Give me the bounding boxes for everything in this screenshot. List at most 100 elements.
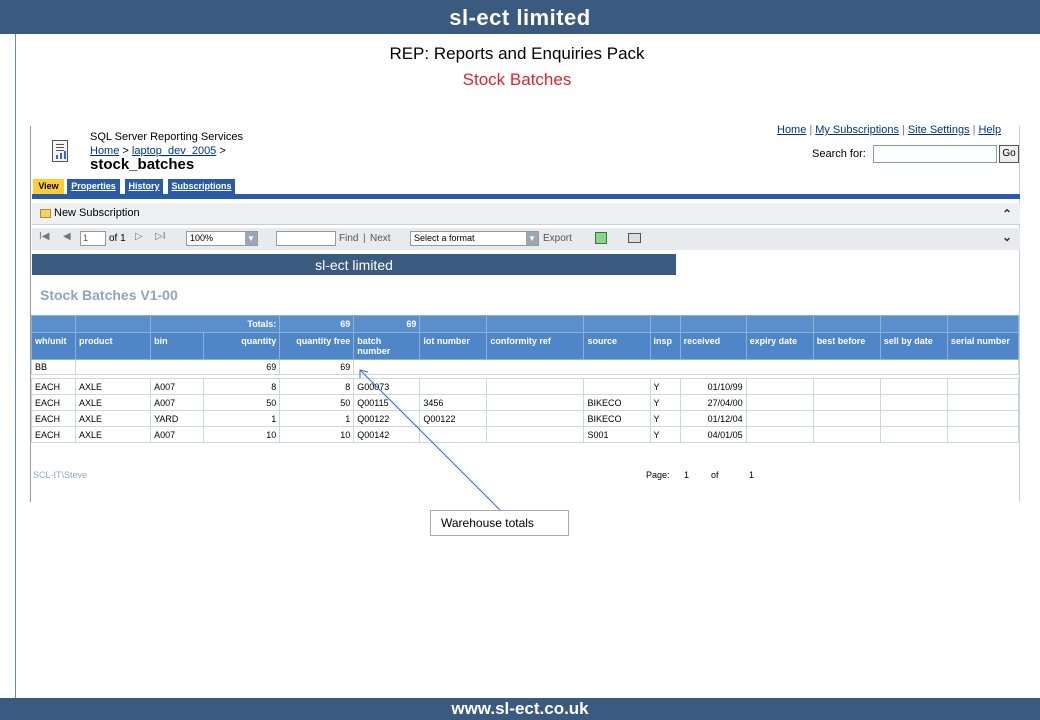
expand-icon[interactable]: ⌄	[1002, 230, 1012, 244]
table-cell-qty: 50	[203, 394, 281, 411]
table-cell-bin: YARD	[150, 410, 205, 427]
table-cell-product: AXLE	[75, 410, 152, 427]
table-cell-unit: EACH	[30, 410, 77, 427]
table-cell-received: 04/01/05	[679, 426, 747, 443]
toolbar-separator: |	[363, 233, 366, 244]
tab-properties[interactable]: Properties	[67, 179, 120, 194]
next-page-button[interactable]: ▷	[135, 231, 143, 242]
tab-subscriptions[interactable]: Subscriptions	[168, 179, 235, 194]
column-header[interactable]: sell by date	[879, 332, 948, 360]
export-format-select[interactable]: Select a format ▼	[410, 231, 539, 246]
tab-history[interactable]: History	[125, 179, 163, 194]
report-table: Totals: 69 69 wh/unit product bin quanti…	[30, 315, 1020, 443]
refresh-icon[interactable]	[595, 232, 607, 244]
table-cell-product: AXLE	[75, 394, 152, 411]
table-cell-conf	[486, 394, 585, 411]
table-cell-source: BIKECO	[583, 410, 651, 427]
zoom-value: 100%	[190, 233, 214, 243]
table-cell-insp: Y	[649, 426, 681, 443]
find-button[interactable]: Find	[339, 233, 358, 244]
print-icon[interactable]	[628, 233, 641, 243]
column-header[interactable]: received	[679, 332, 747, 360]
table-cell-batch: Q00115	[353, 394, 421, 411]
collapse-icon[interactable]: ⌃	[1002, 207, 1012, 221]
warehouse-quantity: 69	[75, 359, 281, 375]
new-subscription-button[interactable]: New Subscription	[54, 207, 140, 219]
warehouse-quantity-free: 69	[279, 359, 355, 375]
slide-title: REP: Reports and Enquiries Pack	[389, 44, 645, 63]
top-banner: sl-ect limited	[0, 0, 1040, 34]
column-header[interactable]: wh/unit	[30, 332, 77, 360]
help-link[interactable]: Help	[978, 124, 1001, 136]
find-next-button[interactable]: Next	[370, 233, 391, 244]
column-header[interactable]: conformity ref	[486, 332, 585, 360]
table-cell-batch: G00073	[353, 378, 421, 395]
page-label: Page:	[646, 470, 670, 480]
table-cell-empty	[812, 410, 881, 427]
chevron-down-icon: ▼	[245, 232, 257, 245]
table-cell-qty: 1	[203, 410, 281, 427]
export-button[interactable]: Export	[543, 233, 572, 244]
site-settings-link[interactable]: Site Settings	[908, 124, 970, 136]
table-cell-bin: A007	[150, 378, 205, 395]
go-button[interactable]: Go	[999, 145, 1019, 163]
table-cell-empty	[946, 410, 1020, 427]
tab-bar	[32, 194, 1020, 199]
my-subscriptions-link[interactable]: My Subscriptions	[815, 124, 899, 136]
slide-divider	[15, 34, 16, 698]
report-title: Stock Batches V1-00	[40, 287, 178, 303]
table-cell-unit: EACH	[30, 426, 77, 443]
last-page-button[interactable]: ▷I	[155, 231, 165, 242]
table-cell-qty: 8	[203, 378, 281, 395]
column-header[interactable]: insp	[649, 332, 681, 360]
action-bar	[32, 203, 1020, 225]
slide-subtitle: Stock Batches	[462, 70, 572, 89]
top-links: Home | My Subscriptions | Site Settings | Help	[777, 124, 1002, 136]
table-row: EACH AXLE YARD 1 1 Q00122 Q00122 BIKECO Y 01/12/0…	[30, 410, 1020, 427]
column-header[interactable]: lot number	[419, 332, 488, 360]
table-cell-lot: Q00122	[419, 410, 488, 427]
table-cell-empty	[812, 394, 881, 411]
column-header[interactable]: product	[75, 332, 152, 360]
find-input[interactable]	[276, 231, 336, 246]
home-link[interactable]: Home	[777, 124, 806, 136]
report-banner-brand: sl-ect limited	[315, 257, 393, 273]
table-cell-empty	[879, 378, 948, 395]
column-header[interactable]: quantity free	[279, 332, 355, 360]
table-cell-unit: EACH	[30, 378, 77, 395]
column-header[interactable]: expiry date	[745, 332, 814, 360]
column-header[interactable]: serial number	[946, 332, 1020, 360]
table-cell-insp: Y	[649, 394, 681, 411]
tab-view[interactable]: View	[33, 179, 64, 194]
search-input[interactable]	[873, 145, 997, 163]
column-header[interactable]: source	[583, 332, 651, 360]
column-header[interactable]: bin	[150, 332, 205, 360]
export-format-value: Select a format	[414, 233, 475, 243]
table-cell-product: AXLE	[75, 426, 152, 443]
table-cell-source: S001	[583, 426, 651, 443]
table-cell-conf	[486, 378, 585, 395]
column-header[interactable]: quantity	[203, 332, 281, 360]
zoom-select[interactable]: 100% ▼	[186, 231, 258, 246]
table-cell-batch: Q00142	[353, 426, 421, 443]
app-name: SQL Server Reporting Services	[90, 131, 244, 143]
column-header[interactable]: best before	[812, 332, 881, 360]
batch-rows: EACH AXLE A007 8 8 G00073 Y 01/10/99 EACH AXLE A00…	[30, 378, 1020, 443]
totals-label: Totals:	[150, 315, 281, 333]
table-cell-unit: EACH	[30, 394, 77, 411]
table-cell-product: AXLE	[75, 378, 152, 395]
column-header[interactable]: batch number	[353, 332, 421, 360]
table-cell-empty	[879, 410, 948, 427]
brand-name: sl-ect limited	[449, 5, 591, 30]
table-cell-lot: 3456	[419, 394, 488, 411]
table-cell-empty	[879, 394, 948, 411]
table-cell-empty	[745, 378, 814, 395]
warehouse-code: BB	[30, 359, 77, 375]
previous-page-button[interactable]: ◀	[63, 231, 71, 242]
table-row: EACH AXLE A007 8 8 G00073 Y 01/10/99	[30, 378, 1020, 395]
table-cell-received: 01/12/04	[679, 410, 747, 427]
new-subscription-icon	[40, 209, 51, 218]
table-cell-empty	[745, 410, 814, 427]
page-number-input[interactable]: 1	[80, 231, 106, 246]
first-page-button[interactable]: I◀	[39, 231, 49, 242]
